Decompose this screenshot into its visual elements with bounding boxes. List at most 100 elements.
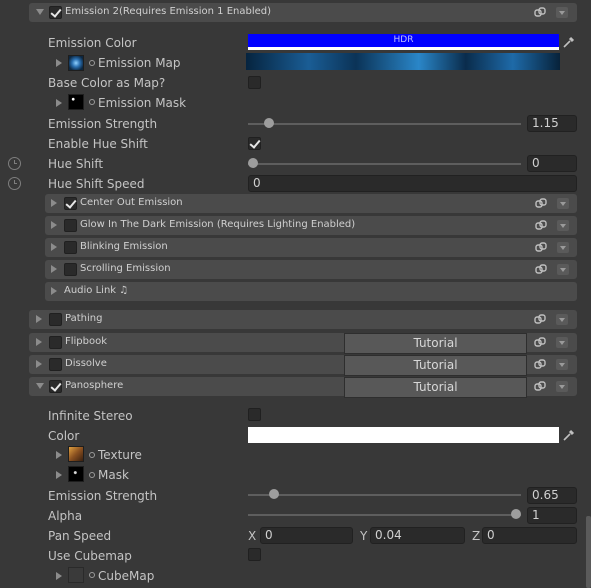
subsection-center-out-emission[interactable]: Center Out Emission [45,194,577,213]
object-picker-icon[interactable] [89,99,95,105]
emission2-header[interactable]: Emission 2(Requires Emission 1 Enabled) [29,3,577,22]
link-icon[interactable] [534,6,546,18]
foldout-right-icon[interactable] [56,59,62,67]
alpha-slider-track[interactable] [248,514,521,516]
animated-clock-icon[interactable] [8,157,21,170]
pano-emission-strength-field[interactable]: 0.65 [527,487,577,504]
section-checkbox[interactable] [49,336,62,349]
hue-shift-slider-knob[interactable] [248,158,258,168]
base-color-as-map-checkbox[interactable] [248,76,261,89]
pan-z-field[interactable]: 0 [482,527,577,544]
emission2-enable-checkbox[interactable] [49,6,62,19]
tutorial-button[interactable]: Tutorial [344,355,527,376]
link-icon[interactable] [535,241,547,253]
subsection-scrolling-emission[interactable]: Scrolling Emission [45,260,577,279]
mask-thumbnail[interactable] [68,466,84,482]
foldout-right-icon[interactable] [51,243,57,251]
hue-shift-slider-track[interactable] [248,163,521,165]
section-checkbox[interactable] [49,358,62,371]
audio-link-label: Audio Link ♫ [64,285,129,296]
subsection-checkbox[interactable] [64,263,77,276]
section-pathing[interactable]: Pathing [29,310,577,329]
use-cubemap-checkbox[interactable] [248,548,261,561]
subsection-label: Glow In The Dark Emission (Requires Ligh… [80,219,356,230]
foldout-right-icon[interactable] [36,360,42,368]
scrollbar-thumb[interactable] [586,516,591,588]
foldout-right-icon[interactable] [56,99,62,107]
emission-color-field[interactable]: HDR [248,34,559,50]
mask-label: Mask [98,468,129,482]
foldout-right-icon[interactable] [51,287,57,295]
emission-strength-field[interactable]: 1.15 [527,115,577,132]
animated-clock-icon[interactable] [8,177,21,190]
dropdown-icon[interactable] [557,242,569,253]
emission-mask-thumbnail[interactable] [68,94,84,110]
enable-hue-shift-checkbox[interactable] [248,137,261,150]
dropdown-icon[interactable] [557,264,569,275]
subsection-label: Scrolling Emission [80,263,171,274]
foldout-right-icon[interactable] [56,451,62,459]
emission-strength-slider-knob[interactable] [263,118,274,128]
hue-shift-label: Hue Shift [48,157,104,171]
link-icon[interactable] [534,313,546,325]
hue-shift-field[interactable]: 0 [527,155,577,172]
hue-shift-speed-field[interactable]: 0 [248,175,577,192]
subsection-audio-link[interactable]: Audio Link ♫ [45,282,577,301]
foldout-down-icon[interactable] [36,9,44,15]
foldout-right-icon[interactable] [51,265,57,273]
tutorial-button[interactable]: Tutorial [344,377,527,398]
foldout-right-icon[interactable] [56,572,62,580]
pan-y-field[interactable]: 0.04 [370,527,465,544]
dropdown-icon[interactable] [557,220,569,231]
alpha-slider-knob[interactable] [511,509,521,519]
emission-strength-label: Emission Strength [48,117,158,131]
eyedropper-icon[interactable] [562,428,576,442]
dropdown-icon[interactable] [556,359,568,370]
subsection-blinking-emission[interactable]: Blinking Emission [45,238,577,257]
link-icon[interactable] [535,263,547,275]
link-icon[interactable] [534,380,546,392]
foldout-right-icon[interactable] [36,338,42,346]
object-picker-icon[interactable] [89,572,95,578]
foldout-down-icon[interactable] [36,383,44,389]
dropdown-icon[interactable] [556,314,568,325]
object-picker-icon[interactable] [89,452,95,458]
eyedropper-icon[interactable] [562,35,576,49]
link-icon[interactable] [534,336,546,348]
dropdown-icon[interactable] [556,337,568,348]
foldout-right-icon[interactable] [51,199,57,207]
panosphere-color-field[interactable] [248,427,559,443]
subsection-checkbox[interactable] [64,241,77,254]
pano-emission-strength-slider-track[interactable] [248,494,521,496]
emission-color-label: Emission Color [48,36,137,50]
use-cubemap-label: Use Cubemap [48,549,132,563]
link-icon[interactable] [535,197,547,209]
dropdown-icon[interactable] [556,7,568,18]
emission-strength-slider-track[interactable] [248,123,521,125]
link-icon[interactable] [535,219,547,231]
texture-thumbnail[interactable] [68,446,84,462]
dropdown-icon[interactable] [556,381,568,392]
alpha-field[interactable]: 1 [527,507,577,524]
emission-map-thumbnail[interactable] [68,55,84,71]
subsection-checkbox[interactable] [64,219,77,232]
link-icon[interactable] [534,358,546,370]
cubemap-thumbnail[interactable] [68,567,84,583]
object-picker-icon[interactable] [89,472,95,478]
foldout-right-icon[interactable] [51,221,57,229]
section-checkbox[interactable] [49,313,62,326]
foldout-right-icon[interactable] [56,471,62,479]
object-picker-icon[interactable] [89,60,95,66]
dropdown-icon[interactable] [557,198,569,209]
infinite-stereo-checkbox[interactable] [248,408,261,421]
pan-x-field[interactable]: 0 [260,527,353,544]
subsection-glow-in-the-dark[interactable]: Glow In The Dark Emission (Requires Ligh… [45,216,577,235]
pan-x-label: X [248,529,257,543]
tutorial-button[interactable]: Tutorial [344,333,527,354]
section-label: Panosphere [65,380,124,391]
section-checkbox[interactable] [49,380,62,393]
hdr-label: HDR [393,35,414,45]
subsection-checkbox[interactable] [64,197,77,210]
pano-emission-strength-slider-knob[interactable] [269,489,280,499]
foldout-right-icon[interactable] [36,315,42,323]
